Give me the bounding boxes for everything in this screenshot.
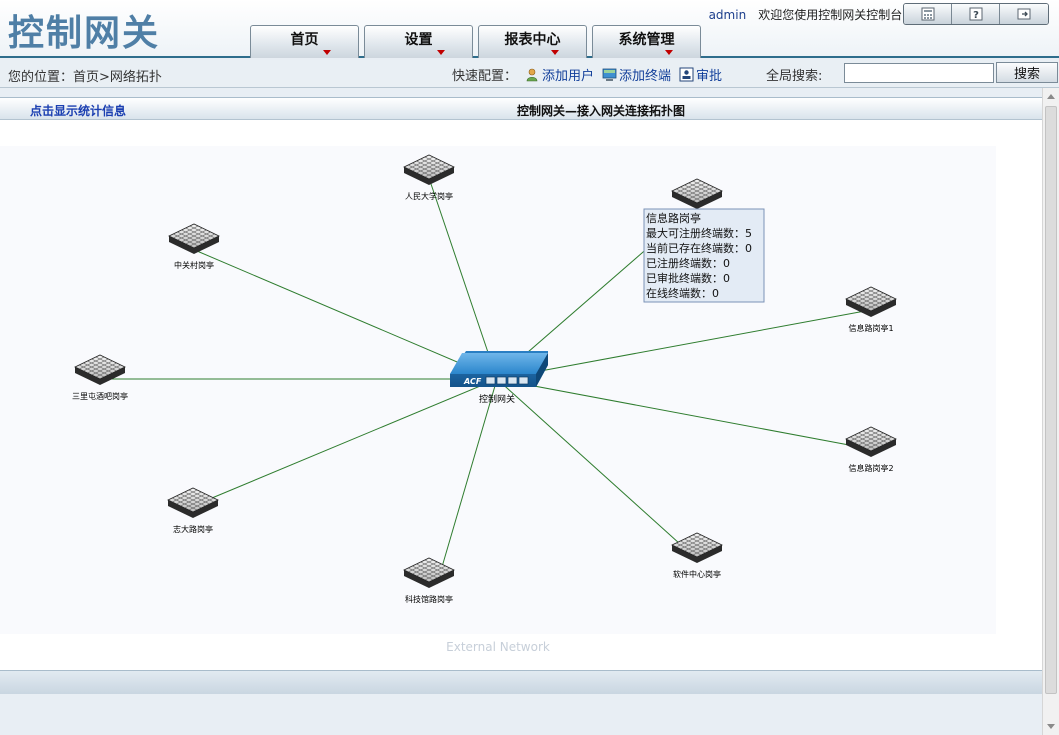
gateway-label: 控制网关	[479, 393, 515, 405]
tab-label: 报表中心	[504, 32, 561, 48]
main-nav: 首页 设置 报表中心 系统管理	[250, 25, 701, 58]
tooltip-line: 当前已存在终端数：0	[646, 241, 752, 255]
scroll-up-arrow[interactable]	[1043, 88, 1059, 104]
page-bottom	[0, 694, 1042, 735]
node-tooltip: 信息路岗亭最大可注册终端数：5当前已存在终端数：0已注册终端数：0已审批终端数：…	[643, 208, 765, 303]
help-button[interactable]: ?	[952, 4, 1000, 24]
quick-config-label: 快速配置：	[452, 69, 518, 84]
node-label: 志大路岗亭	[173, 524, 213, 534]
gateway-badge: ACF	[463, 377, 482, 386]
topology-diagram: External Network 人民大学岗亭信息路岗亭中关村岗亭信息路岗亭1 三…	[0, 146, 996, 654]
node-label: 信息路岗亭2	[848, 463, 893, 473]
breadcrumb-bar: 您的位置：首页>网络拓扑 快速配置： 添加用户 添加终端 审批 全局搜索: 搜索	[0, 60, 1059, 88]
caret-down-icon	[551, 50, 559, 55]
svg-text:?: ?	[973, 10, 979, 21]
gateway-top	[450, 353, 548, 374]
watermark: External Network	[446, 640, 550, 654]
tab-system[interactable]: 系统管理	[592, 25, 701, 58]
tab-label: 系统管理	[618, 32, 675, 48]
vertical-scrollbar[interactable]	[1042, 88, 1059, 735]
add-terminal-icon	[602, 68, 617, 81]
caret-down-icon	[665, 50, 673, 55]
panel-header: 点击显示统计信息 控制网关—接入网关连接拓扑图	[0, 98, 1042, 120]
tab-label: 设置	[404, 32, 433, 48]
arrow-down-icon	[1047, 723, 1055, 729]
add-user-link[interactable]: 添加用户	[525, 65, 594, 84]
node-label: 中关村岗亭	[174, 260, 214, 270]
node-label: 信息路岗亭1	[848, 323, 893, 333]
scroll-thumb[interactable]	[1045, 106, 1057, 694]
tooltip-line: 信息路岗亭	[646, 211, 701, 225]
tooltip-line: 最大可注册终端数：5	[646, 226, 752, 240]
caret-down-icon	[323, 50, 331, 55]
tooltip-line: 已审批终端数：0	[646, 271, 730, 285]
add-terminal-link[interactable]: 添加终端	[602, 65, 671, 84]
logout-icon	[1017, 8, 1031, 20]
panel-footer	[0, 670, 1042, 694]
app-logo: 控制网关	[8, 13, 161, 54]
node-label: 软件中心岗亭	[673, 569, 721, 579]
topology-panel: 点击显示统计信息 控制网关—接入网关连接拓扑图 External Network…	[0, 97, 1042, 694]
approve-label: 审批	[696, 69, 723, 84]
add-terminal-label: 添加终端	[619, 69, 672, 84]
node-label: 三里屯酒吧岗亭	[72, 391, 128, 401]
username[interactable]: admin	[709, 8, 747, 22]
node-label: 人民大学岗亭	[405, 191, 453, 201]
quick-config: 快速配置： 添加用户 添加终端 审批	[452, 65, 722, 84]
search-label: 全局搜索:	[766, 69, 823, 84]
tooltip-line: 在线终端数：0	[646, 286, 719, 300]
tooltip-line: 已注册终端数：0	[646, 256, 730, 270]
tab-label: 首页	[290, 32, 319, 48]
add-user-label: 添加用户	[542, 69, 595, 84]
caret-down-icon	[437, 50, 445, 55]
user-area: admin 欢迎您使用控制网关控制台!	[709, 6, 907, 23]
calculator-button[interactable]	[904, 4, 952, 24]
tab-home[interactable]: 首页	[250, 25, 359, 58]
calculator-icon	[921, 7, 934, 21]
breadcrumb: 您的位置：首页>网络拓扑	[8, 70, 162, 85]
search-button[interactable]: 搜索	[996, 62, 1058, 83]
search-input[interactable]	[844, 63, 994, 83]
tab-reports[interactable]: 报表中心	[478, 25, 587, 58]
panel-title: 控制网关—接入网关连接拓扑图	[516, 104, 685, 118]
scroll-down-arrow[interactable]	[1043, 718, 1059, 734]
add-user-icon	[526, 68, 538, 82]
approve-link[interactable]: 审批	[679, 65, 722, 84]
header: 控制网关 首页 设置 报表中心 系统管理 admin 欢迎您使用控制网关控制台!	[0, 0, 1059, 58]
approve-icon	[679, 67, 694, 82]
welcome-text: 欢迎您使用控制网关控制台!	[758, 8, 907, 22]
help-icon: ?	[969, 7, 982, 21]
diagram-canvas	[0, 146, 996, 634]
tab-settings[interactable]: 设置	[364, 25, 473, 58]
arrow-up-icon	[1047, 93, 1055, 99]
top-toolbar: ?	[903, 3, 1049, 25]
logout-button[interactable]	[1000, 4, 1048, 24]
gateway-device[interactable]: ACF	[450, 351, 548, 387]
node-label: 科技馆路岗亭	[405, 594, 453, 604]
